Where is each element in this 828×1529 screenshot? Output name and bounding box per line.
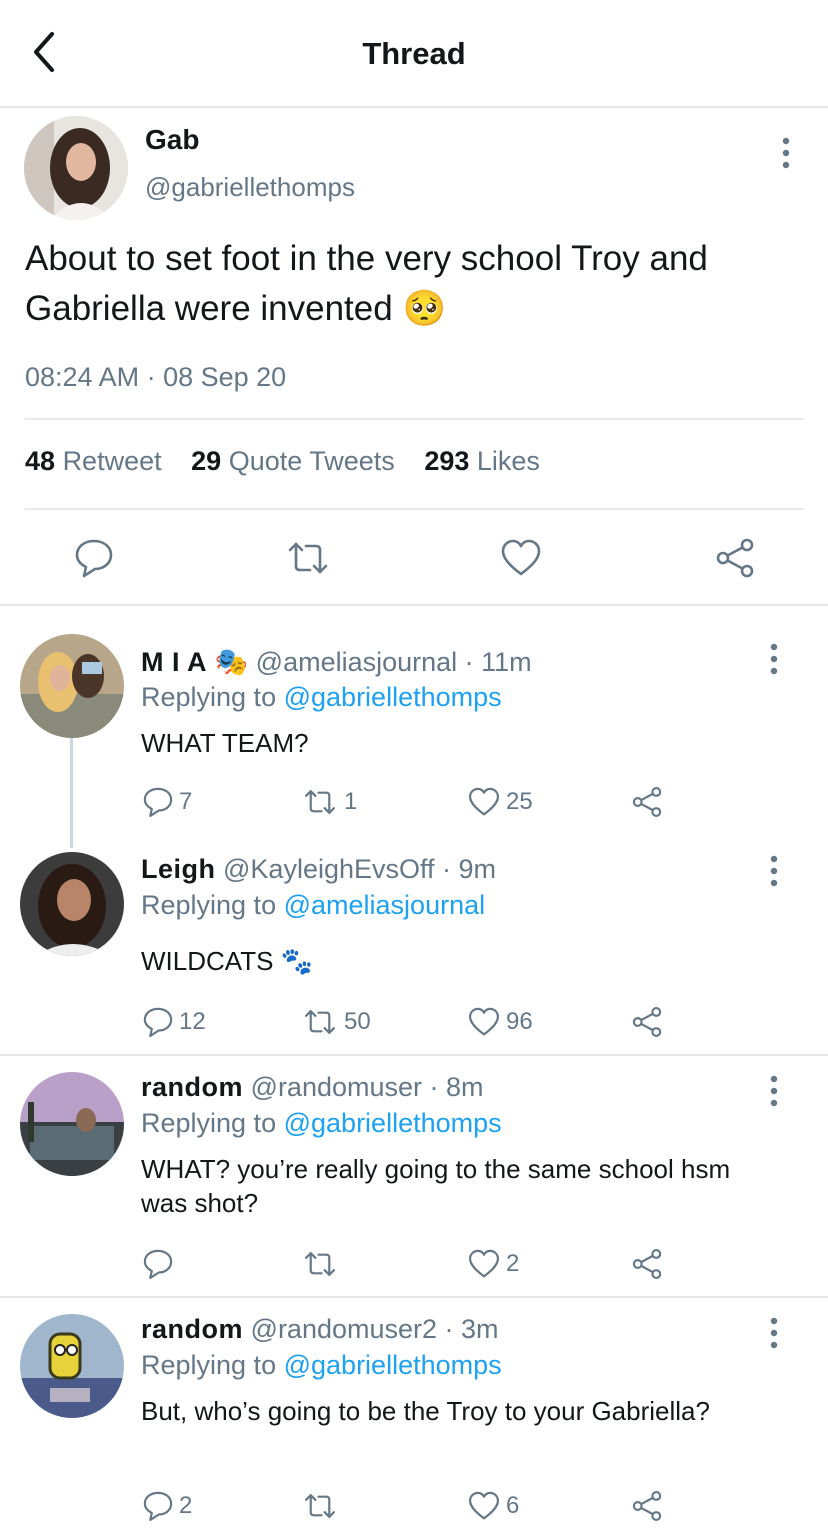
replying-to: Replying to @gabriellethomps [141,682,502,712]
reply-tweet[interactable]: M I A 🎭 @ameliasjournal · 11m Replying t… [0,608,828,848]
more-options-icon[interactable] [762,1074,786,1108]
reply-header: random @randomuser · 8m [141,1072,484,1103]
share-action[interactable] [630,782,664,822]
author-handle-time[interactable]: @randomuser2 · 3m [251,1314,499,1344]
retweet-action[interactable]: 50 [300,1002,371,1042]
share-action[interactable] [630,1002,664,1042]
reply-count: 2 [179,1492,193,1519]
top-bar: Thread [0,0,828,108]
retweet-action[interactable]: 1 [300,782,357,822]
reply-text: WHAT TEAM? [141,728,309,758]
like-action[interactable]: 96 [466,1002,533,1042]
divider [25,508,804,510]
replying-to: Replying to @gabriellethomps [141,1108,502,1138]
reply-text: But, who’s going to be the Troy to your … [141,1396,710,1426]
quote-tweets-stat[interactable]: 29 Quote Tweets [191,446,395,476]
reply-action[interactable]: 2 [141,1486,192,1526]
more-options-icon[interactable] [762,642,786,676]
share-icon[interactable] [713,536,757,580]
author-handle[interactable]: @gabriellethomps [145,172,355,203]
thread-connector [70,738,73,848]
share-action[interactable] [630,1486,664,1526]
retweet-action[interactable] [300,1244,344,1284]
tweet-stats: 48 Retweet 29 Quote Tweets 293 Likes [25,446,562,477]
like-action[interactable]: 25 [466,782,533,822]
avatar[interactable] [20,852,124,956]
replying-to: Replying to @ameliasjournal [141,890,486,920]
like-heart-icon[interactable] [499,536,543,580]
retweets-stat[interactable]: 48 Retweet [25,446,162,476]
avatar[interactable] [20,1072,124,1176]
main-tweet: Gab @gabriellethomps About to set foot i… [0,108,828,606]
retweet-icon[interactable] [286,536,330,580]
replying-to-link[interactable]: @gabriellethomps [284,682,502,712]
like-count: 25 [506,788,533,815]
author-handle-time[interactable]: @ameliasjournal · 11m [256,647,532,677]
reply-count: 7 [179,788,193,815]
reply-tweet[interactable]: Leigh @KayleighEvsOff · 9m Replying to @… [0,838,828,1054]
reply-header: M I A 🎭 @ameliasjournal · 11m [141,646,532,678]
reply-tweet[interactable]: random @randomuser · 8m Replying to @gab… [0,1056,828,1296]
reply-tweet[interactable]: random @randomuser2 · 3m Replying to @ga… [0,1298,828,1529]
like-count: 2 [506,1250,520,1277]
author-name[interactable]: M I A [141,647,207,677]
more-options-icon[interactable] [762,1316,786,1350]
retweet-action[interactable] [300,1486,344,1526]
more-options-icon[interactable] [774,136,798,170]
avatar[interactable] [20,634,124,738]
reply-header: random @randomuser2 · 3m [141,1314,499,1345]
like-count: 6 [506,1492,520,1519]
reply-header: Leigh @KayleighEvsOff · 9m [141,854,496,885]
reply-icon[interactable] [72,536,116,580]
page-title: Thread [362,36,466,71]
author-handle-time[interactable]: @randomuser · 8m [251,1072,484,1102]
reply-count: 12 [179,1008,206,1035]
share-action[interactable] [630,1244,664,1284]
avatar[interactable] [24,116,128,220]
author-name[interactable]: Leigh [141,854,216,884]
performing-arts-emoji: 🎭 [214,647,249,677]
tweet-text: About to set foot in the very school Tro… [25,234,805,334]
author-name[interactable]: Gab [145,124,199,156]
like-count: 96 [506,1008,533,1035]
author-name[interactable]: random [141,1314,243,1344]
tweet-text-body: About to set foot in the very school Tro… [25,239,708,328]
reply-text: WILDCATS 🐾 [141,946,314,976]
more-options-icon[interactable] [762,854,786,888]
retweet-count: 50 [344,1008,371,1035]
author-name[interactable]: random [141,1072,243,1102]
paw-prints-emoji: 🐾 [280,946,314,976]
tweet-timestamp: 08:24 AM · 08 Sep 20 [25,362,287,392]
avatar[interactable] [20,1314,124,1418]
reply-action[interactable]: 7 [141,782,192,822]
reply-action[interactable] [141,1244,179,1284]
retweet-count: 1 [344,788,358,815]
reply-text: WHAT? you’re really going to the same sc… [141,1154,731,1218]
divider [25,418,804,420]
replying-to-link[interactable]: @gabriellethomps [284,1108,502,1138]
like-action[interactable]: 2 [466,1244,519,1284]
author-handle-time[interactable]: @KayleighEvsOff · 9m [223,854,496,884]
reply-action[interactable]: 12 [141,1002,206,1042]
pleading-face-emoji: 🥺 [402,289,447,328]
replying-to: Replying to @gabriellethomps [141,1350,502,1380]
replying-to-link[interactable]: @ameliasjournal [284,890,486,920]
likes-stat[interactable]: 293 Likes [424,446,540,476]
like-action[interactable]: 6 [466,1486,519,1526]
replying-to-link[interactable]: @gabriellethomps [284,1350,502,1380]
